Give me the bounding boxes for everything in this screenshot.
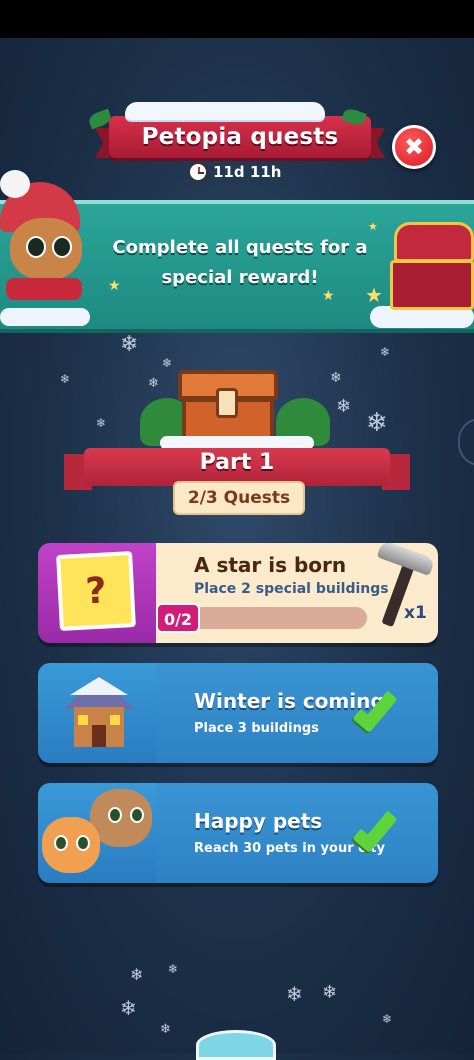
- quest-thumb: [38, 663, 156, 763]
- snowflake-icon: ❄: [96, 416, 107, 430]
- part-label: Part 1: [199, 450, 275, 475]
- quest-thumb: [38, 783, 156, 883]
- page-title: Petopia quests: [141, 124, 339, 150]
- mystery-building-icon: ?: [56, 551, 136, 631]
- snowflake-icon: ❄: [160, 1022, 171, 1037]
- reward-count: x1: [404, 603, 427, 623]
- snowflake-icon: ❄: [120, 332, 139, 357]
- snowflake-icon: ❄: [148, 376, 159, 391]
- snowflake-icon: ❄: [366, 408, 388, 438]
- snowy-house-icon: [64, 675, 134, 751]
- title-ribbon: Petopia quests: [87, 102, 385, 164]
- snowflake-icon: ❄: [130, 965, 144, 984]
- snowflake-icon: ❄: [120, 996, 137, 1020]
- quest-card[interactable]: Winter is coming Place 3 buildings: [38, 663, 438, 763]
- snowflake-icon: ❄: [286, 982, 303, 1006]
- snowflake-icon: ❄: [380, 345, 391, 359]
- pets-icon: [38, 783, 156, 883]
- quest-thumb: ?: [38, 543, 156, 643]
- close-icon: ✖: [403, 133, 425, 161]
- star-icon: ★: [368, 220, 378, 233]
- snow-cap: [125, 102, 325, 120]
- snowflake-icon: ❄: [162, 356, 173, 370]
- banner-text: Complete all quests for a special reward…: [112, 237, 368, 288]
- snowflake-icon: ❄: [168, 962, 179, 976]
- snowflake-icon: ❄: [60, 372, 71, 386]
- quest-title: A star is born: [194, 553, 347, 577]
- snowflake-icon: ❄: [382, 1012, 393, 1026]
- snowflake-icon: ❄: [322, 982, 338, 1003]
- snowflake-icon: ❄: [330, 370, 342, 386]
- next-part-badge[interactable]: [196, 1030, 276, 1060]
- quest-card[interactable]: Happy pets Reach 30 pets in your city: [38, 783, 438, 883]
- quest-card[interactable]: ? A star is born Place 2 special buildin…: [38, 543, 438, 643]
- checkmark-icon: [354, 803, 416, 857]
- snowflake-icon: ❄: [336, 396, 352, 417]
- event-timer: 11d 11h: [188, 161, 281, 183]
- timer-text: 11d 11h: [213, 163, 282, 181]
- close-button[interactable]: ✖: [392, 125, 436, 169]
- status-bar: [0, 0, 474, 38]
- clock-icon: [188, 162, 208, 182]
- checkmark-icon: [354, 683, 416, 737]
- reward-chest-icon: [390, 212, 474, 312]
- quest-description: Place 2 special buildings: [194, 581, 389, 597]
- quest-description: Place 3 buildings: [194, 721, 319, 736]
- quest-title: Happy pets: [194, 809, 323, 833]
- progress-count: 0/2: [156, 603, 200, 633]
- quests-progress: 2/3 Quests: [173, 481, 305, 515]
- puppy-mascot: [0, 170, 92, 320]
